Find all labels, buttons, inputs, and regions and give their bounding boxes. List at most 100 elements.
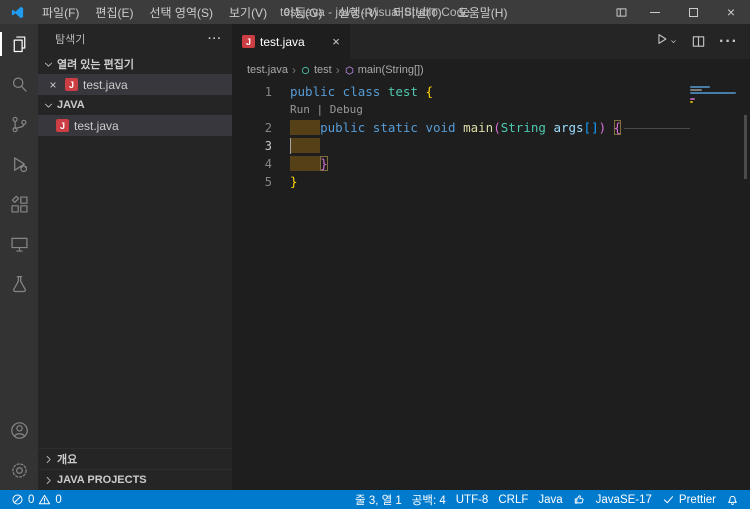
menu-item[interactable]: 보기(V) — [221, 0, 275, 24]
activity-extensions-icon[interactable] — [0, 184, 38, 224]
file-item[interactable]: × test.java — [38, 74, 232, 95]
line-content: public static void main(String args[]) { — [290, 119, 691, 137]
breadcrumb-item[interactable]: test — [300, 64, 332, 76]
code-line[interactable]: 2 public static void main(String args[])… — [232, 119, 750, 137]
code-line[interactable]: 3 — [232, 137, 750, 155]
line-number[interactable]: 1 — [232, 83, 272, 101]
editor-actions: ··· — [655, 24, 750, 59]
activity-remote-explorer-icon[interactable] — [0, 224, 38, 264]
activity-testing-icon[interactable] — [0, 264, 38, 304]
menu-item[interactable]: 파일(F) — [34, 0, 87, 24]
codelens-line[interactable]: Run | Debug — [232, 101, 750, 119]
symbol-class-icon — [300, 65, 311, 76]
line-number[interactable] — [232, 101, 272, 119]
indentation[interactable]: 공백: 4 — [407, 490, 451, 509]
line-number[interactable]: 4 — [232, 155, 272, 173]
file-name: test.java — [74, 118, 119, 133]
section-header[interactable]: JAVA — [38, 95, 232, 115]
minimap-line — [690, 101, 693, 103]
line-content: public class test { — [290, 83, 433, 101]
symbol-method-icon — [344, 65, 355, 76]
code-token: main — [463, 120, 494, 135]
bell-icon — [726, 493, 739, 506]
code-token: public static void — [320, 120, 464, 135]
language-mode[interactable]: Java — [533, 490, 567, 509]
formatter[interactable]: Prettier — [657, 490, 721, 509]
close-button[interactable]: × — [712, 0, 750, 24]
java-file-icon — [242, 35, 255, 48]
sidebar-header: 탐색기 ··· — [38, 24, 232, 54]
warning-count: 0 — [55, 493, 62, 506]
maximize-button[interactable] — [674, 0, 712, 24]
code-line[interactable]: 4 } — [232, 155, 750, 173]
activity-explorer-icon[interactable] — [0, 24, 38, 64]
section-header[interactable]: JAVA PROJECTS — [38, 469, 232, 490]
code-token — [290, 120, 321, 135]
code-token — [290, 138, 321, 153]
tab-close-icon[interactable]: × — [328, 34, 344, 49]
maximize-icon — [688, 7, 698, 17]
sidebar-more-actions-icon[interactable]: ··· — [208, 33, 222, 45]
chevron-right-icon — [41, 454, 55, 465]
code-editor[interactable]: 1 public class test {Run | Debug 2 public … — [232, 81, 750, 490]
editor-more-actions-icon[interactable]: ··· — [719, 33, 738, 51]
status-text: UTF-8 — [455, 493, 489, 506]
minimize-button[interactable] — [636, 0, 674, 24]
section-header[interactable]: 열려 있는 편집기 — [38, 54, 232, 74]
tab-label: test.java — [260, 34, 305, 49]
status-bar-right: 줄 3, 열 1 공백: 4 UTF-8 CRLF Java JavaSE-17 Prett… — [350, 490, 744, 509]
encoding[interactable]: UTF-8 — [451, 490, 494, 509]
notifications[interactable] — [721, 490, 744, 509]
activity-search-icon[interactable] — [0, 64, 38, 104]
line-content — [290, 137, 321, 155]
run-java-button[interactable] — [655, 32, 678, 51]
tab-test-java[interactable]: test.java × — [232, 24, 350, 59]
code-token: | — [309, 103, 330, 116]
minimap[interactable] — [690, 86, 738, 104]
activity-bar — [0, 24, 38, 490]
breadcrumb-item[interactable]: test.java — [247, 64, 288, 76]
chevron-down-icon — [41, 59, 55, 70]
line-number[interactable]: 5 — [232, 173, 272, 191]
activity-manage-icon[interactable] — [0, 450, 38, 490]
line-content: } — [290, 173, 298, 191]
thumb-icon — [573, 493, 586, 506]
text-cursor — [290, 138, 291, 154]
breadcrumb: test.java › test › main(String[]) — [232, 59, 750, 81]
split-editor-icon[interactable] — [691, 34, 706, 49]
code-line[interactable]: 5} — [232, 173, 750, 191]
minimap-line — [690, 89, 702, 91]
problems-indicator[interactable]: 00 — [6, 490, 67, 509]
java-language-status[interactable] — [568, 490, 591, 509]
sidebar-title: 탐색기 — [55, 34, 86, 46]
code-line[interactable]: 1 public class test { — [232, 83, 750, 101]
line-number[interactable]: 3 — [232, 137, 272, 155]
activity-accounts-icon[interactable] — [0, 410, 38, 450]
line-number[interactable]: 2 — [232, 119, 272, 137]
menu-item[interactable]: 편집(E) — [87, 0, 141, 24]
scrollbar[interactable] — [744, 115, 747, 179]
section-header[interactable]: 개요 — [38, 448, 232, 469]
menu-item[interactable]: 선택 영역(S) — [141, 0, 221, 24]
play-icon — [655, 32, 669, 51]
customize-layout-icon[interactable] — [606, 0, 636, 24]
activity-source-control-icon[interactable] — [0, 104, 38, 144]
eol[interactable]: CRLF — [493, 490, 533, 509]
warning-icon — [38, 493, 51, 506]
file-item[interactable]: test.java — [38, 115, 232, 136]
java-file-icon — [56, 119, 69, 132]
file-name: test.java — [83, 77, 128, 92]
code-token: public class — [290, 84, 388, 99]
cursor-position[interactable]: 줄 3, 열 1 — [350, 490, 407, 509]
chevron-down-icon — [41, 100, 55, 111]
breadcrumb-item[interactable]: main(String[]) — [344, 64, 424, 76]
close-editor-icon[interactable]: × — [46, 78, 60, 92]
code-token: { — [613, 120, 622, 135]
activity-run-and-debug-icon[interactable] — [0, 144, 38, 184]
error-icon — [11, 493, 24, 506]
code-token — [290, 156, 321, 171]
vscode-window: 파일(F) 편집(E) 선택 영역(S) 보기(V) 이동(G) 실행(R) 터미널(T) 도… — [0, 0, 750, 512]
java-runtime[interactable]: JavaSE-17 — [591, 490, 657, 509]
breadcrumb-separator: › — [335, 63, 340, 77]
